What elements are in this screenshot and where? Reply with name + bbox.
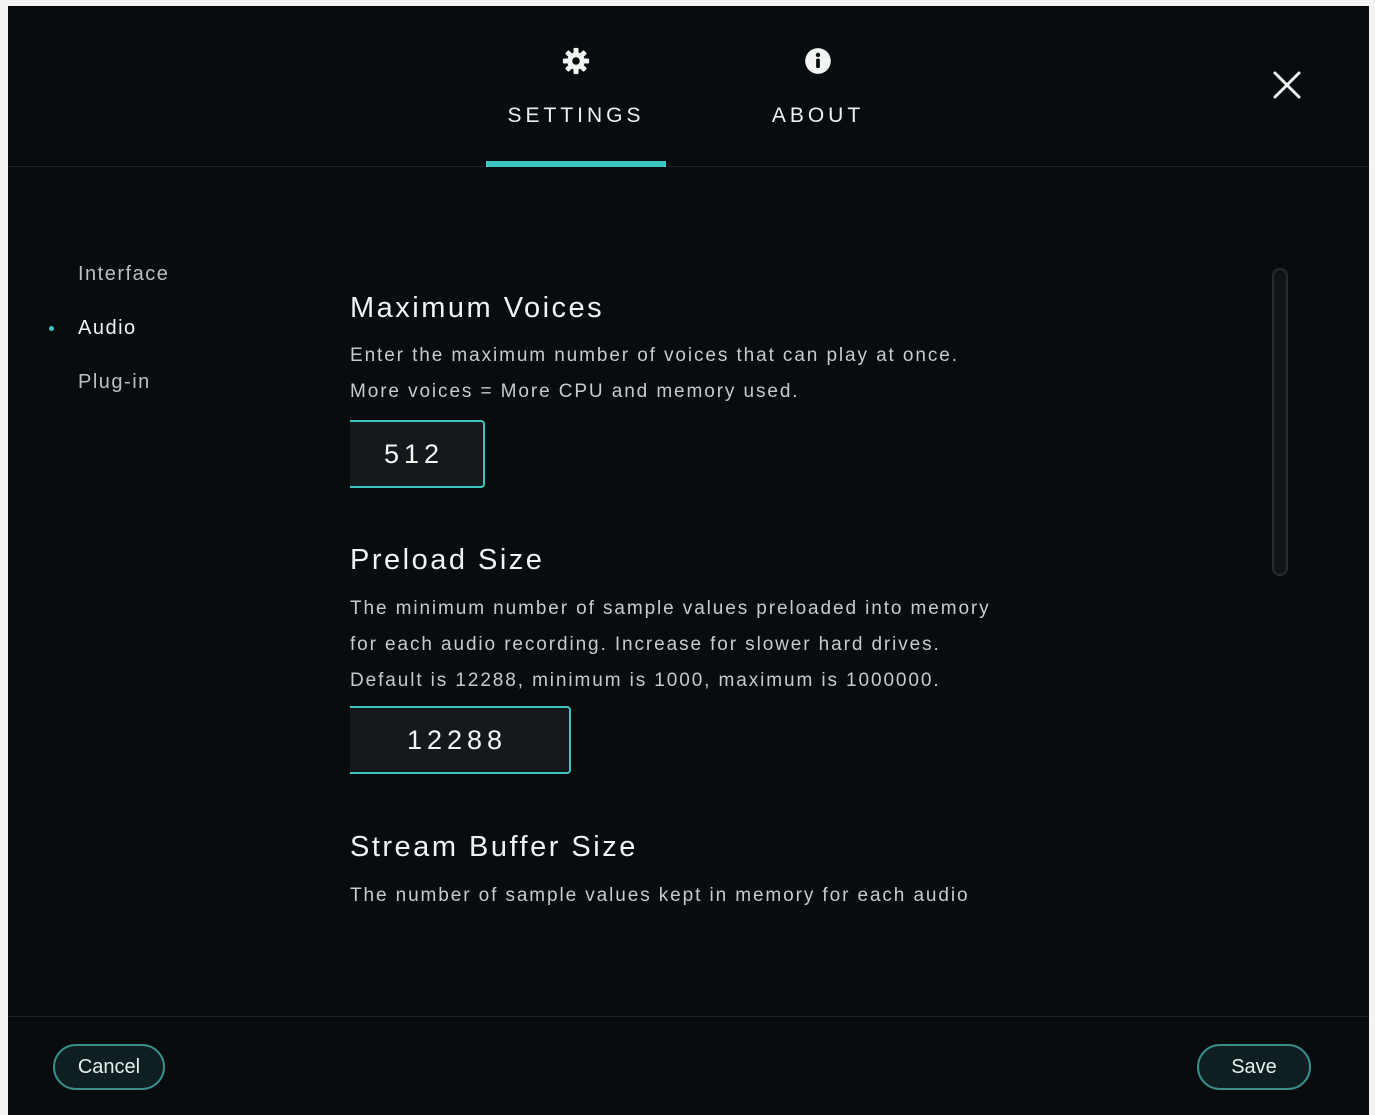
dialog-footer: Cancel Save xyxy=(8,1016,1369,1115)
sidebar-item-plugin[interactable]: Plug-in xyxy=(78,371,151,394)
gear-icon xyxy=(561,46,591,76)
max-voices-title: Maximum Voices xyxy=(350,292,605,324)
settings-content: Maximum Voices Enter the maximum number … xyxy=(350,286,1230,926)
preload-size-input[interactable]: 12288 xyxy=(350,706,571,774)
preload-size-desc-line-2: for each audio recording. Increase for s… xyxy=(350,634,941,655)
tab-settings[interactable]: SETTINGS xyxy=(486,6,666,167)
sidebar-item-interface[interactable]: Interface xyxy=(78,263,169,286)
close-icon xyxy=(1270,71,1304,106)
tab-settings-label: SETTINGS xyxy=(507,104,645,127)
sidebar-item-audio[interactable]: Audio xyxy=(49,317,137,340)
stream-buffer-desc-line-1: The number of sample values kept in memo… xyxy=(350,885,970,906)
settings-dialog: SETTINGS ABOUT Interface Audio Plug-in M… xyxy=(8,6,1369,1115)
info-icon xyxy=(803,46,833,76)
tab-header: SETTINGS ABOUT xyxy=(8,6,1369,167)
sidebar-item-label: Interface xyxy=(78,263,170,285)
tab-about-label: ABOUT xyxy=(771,104,865,127)
preload-size-title: Preload Size xyxy=(350,544,545,576)
max-voices-input[interactable]: 512 xyxy=(350,420,485,488)
cancel-button[interactable]: Cancel xyxy=(53,1044,165,1090)
preload-size-desc-line-1: The minimum number of sample values prel… xyxy=(350,598,991,619)
tab-about[interactable]: ABOUT xyxy=(728,6,908,166)
max-voices-desc-line-2: More voices = More CPU and memory used. xyxy=(350,381,800,402)
content-scrollbar[interactable] xyxy=(1272,268,1288,576)
preload-size-desc-line-3: Default is 12288, minimum is 1000, maxim… xyxy=(350,670,941,691)
active-dot-indicator xyxy=(49,326,54,331)
close-button[interactable] xyxy=(1270,68,1304,102)
sidebar-item-label: Plug-in xyxy=(78,371,151,393)
sidebar-item-label: Audio xyxy=(78,317,137,339)
stream-buffer-title: Stream Buffer Size xyxy=(350,831,638,863)
max-voices-desc-line-1: Enter the maximum number of voices that … xyxy=(350,345,959,366)
save-button[interactable]: Save xyxy=(1197,1044,1311,1090)
active-tab-indicator xyxy=(486,161,666,167)
